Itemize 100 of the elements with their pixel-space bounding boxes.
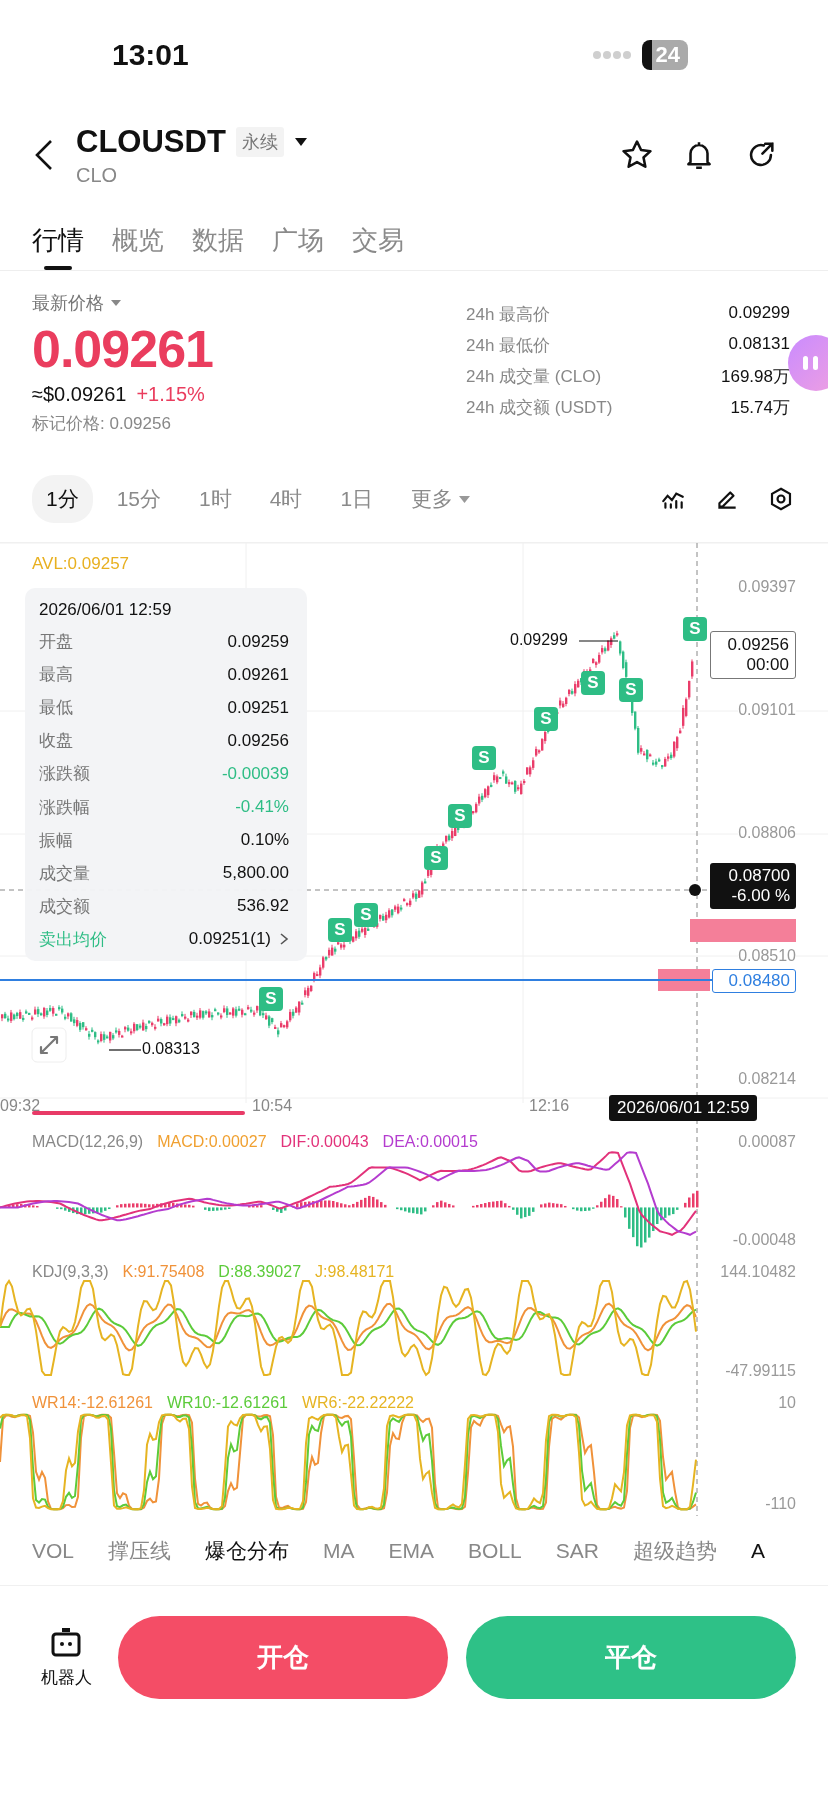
contract-tag: 永续 [235, 126, 284, 157]
indicator-value: DEA:0.00015 [382, 1132, 478, 1152]
indicator-tab[interactable]: A [750, 1538, 765, 1563]
interval-tab[interactable]: 4时 [255, 475, 317, 523]
tooltip-value: 0.10% [240, 830, 289, 851]
expand-icon[interactable] [31, 1027, 67, 1063]
time-axis-label: 09:32 [0, 1097, 41, 1115]
stat-label: 24h 成交量 (CLO) [466, 366, 602, 388]
price-label[interactable]: 最新价格 [32, 291, 104, 315]
signal-marker[interactable]: S [472, 746, 496, 770]
nav-tab[interactable]: 交易 [352, 208, 404, 270]
sell-average-value[interactable]: 0.09251(1) [188, 929, 271, 950]
crosshair-price-label: 0.08700 -6.00 % [710, 863, 796, 909]
tooltip-value: -0.41% [235, 797, 289, 818]
battery-indicator: 24 [641, 40, 688, 70]
stat-value: 0.09299 [728, 303, 790, 324]
time-axis-label: 10:54 [252, 1097, 293, 1115]
tooltip-value: -0.00039 [221, 763, 289, 784]
crosshair-dot [689, 884, 701, 896]
tooltip-value: 0.09256 [227, 730, 289, 751]
price-change: +1.15% [136, 383, 205, 406]
tooltip-value: 0.09251 [227, 697, 289, 718]
back-icon[interactable] [34, 139, 54, 171]
indicator-title: MACD(12,26,9) [32, 1132, 144, 1152]
mark-price: 标记价格: 0.09256 [32, 413, 172, 435]
stat-value: 169.98万 [721, 366, 790, 388]
tooltip-label: 开盘 [39, 631, 73, 654]
interval-tab[interactable]: 1时 [185, 475, 246, 523]
caret-icon[interactable] [459, 495, 471, 503]
indicator-tab[interactable]: BOLL [468, 1538, 522, 1563]
indicator-value: D:88.39027 [218, 1262, 302, 1282]
indicator-value: WR14:-12.61261 [32, 1393, 153, 1413]
indicator-title: KDJ(9,3,3) [32, 1262, 109, 1282]
indicator-value: DIF:0.00043 [280, 1132, 369, 1152]
interval-tab[interactable]: 1日 [326, 475, 388, 523]
indicator-tab[interactable]: SAR [555, 1538, 599, 1563]
tooltip-label: 成交量 [39, 862, 90, 885]
symbol-title[interactable]: CLOUSDT [76, 123, 226, 160]
signal-marker[interactable]: S [534, 707, 558, 731]
nav-tab[interactable]: 数据 [192, 208, 244, 270]
indicator-value: MACD:0.00027 [157, 1132, 267, 1152]
tooltip-label: 涨跌幅 [39, 796, 90, 819]
tooltip-value: 0.09261 [227, 664, 289, 685]
chevron-right-icon[interactable] [279, 932, 289, 947]
nav-tab[interactable]: 概览 [112, 208, 164, 270]
order-price-label: 0.08480 [712, 969, 796, 993]
robot-label[interactable]: 机器人 [40, 1666, 92, 1689]
interval-tab[interactable]: 15分 [102, 475, 176, 523]
nav-tab[interactable]: 行情 [32, 208, 84, 270]
open-position-button[interactable]: 开仓 [118, 1616, 448, 1699]
tooltip-value: 5,800.00 [222, 863, 289, 884]
tooltip-label: 最低 [39, 697, 73, 720]
avl-label: AVL:0.09257 [32, 554, 130, 574]
time-axis-label: 12:16 [529, 1097, 570, 1115]
signal-marker[interactable]: S [581, 671, 605, 695]
signal-icon [591, 50, 632, 60]
leader-line [578, 640, 619, 642]
caret-icon[interactable] [110, 299, 122, 307]
indicator-tab[interactable]: EMA [388, 1538, 435, 1563]
signal-marker[interactable]: S [328, 918, 352, 942]
status-time: 13:01 [112, 38, 189, 72]
sell-average-label[interactable]: 卖出均价 [39, 927, 107, 951]
signal-marker[interactable]: S [424, 846, 448, 870]
tooltip-label: 最高 [39, 664, 73, 687]
dropdown-caret-icon[interactable] [293, 136, 308, 147]
signal-marker[interactable]: S [448, 804, 472, 828]
stat-value: 15.74万 [730, 397, 790, 419]
tooltip-label: 成交额 [39, 895, 90, 918]
symbol-subtitle: CLO [76, 163, 119, 187]
more-menu[interactable]: 更多 [397, 475, 485, 523]
last-price-label: 0.09256 00:00 [710, 631, 796, 679]
cursor-time-label: 2026/06/01 12:59 [609, 1095, 758, 1121]
close-position-button[interactable]: 平仓 [466, 1616, 796, 1699]
signal-marker[interactable]: S [259, 987, 283, 1011]
tooltip-label: 振幅 [39, 829, 73, 852]
indicator-tab[interactable]: VOL [32, 1538, 75, 1563]
tooltip-value: 536.92 [237, 896, 289, 917]
low-price-label: 0.08313 [142, 1040, 200, 1058]
settings-icon[interactable] [768, 486, 794, 512]
stat-label: 24h 成交额 (USDT) [466, 397, 613, 419]
stat-label: 24h 最高价 [466, 304, 551, 326]
stat-value: 0.08131 [728, 334, 790, 355]
last-price: 0.09261 [32, 319, 213, 379]
usd-price: ≈$0.09261 [32, 383, 127, 406]
indicator-tab[interactable]: 撑压线 [108, 1536, 172, 1565]
high-price-label: 0.09299 [510, 631, 568, 649]
tooltip-label: 收盘 [39, 730, 73, 753]
interval-tab[interactable]: 1分 [32, 475, 93, 523]
indicator-value: K:91.75408 [122, 1262, 205, 1282]
nav-tab[interactable]: 广场 [272, 208, 324, 270]
signal-marker[interactable]: S [683, 617, 707, 641]
liquidation-zone [658, 969, 710, 991]
signal-marker[interactable]: S [354, 903, 378, 927]
indicator-tab[interactable]: 爆仓分布 [205, 1536, 290, 1565]
leader-line [108, 1049, 142, 1051]
indicator-tab[interactable]: 超级趋势 [632, 1536, 717, 1565]
signal-marker[interactable]: S [619, 678, 643, 702]
indicator-value: J:98.48171 [315, 1262, 395, 1282]
indicator-tab[interactable]: MA [323, 1538, 355, 1563]
robot-icon[interactable] [49, 1626, 83, 1658]
